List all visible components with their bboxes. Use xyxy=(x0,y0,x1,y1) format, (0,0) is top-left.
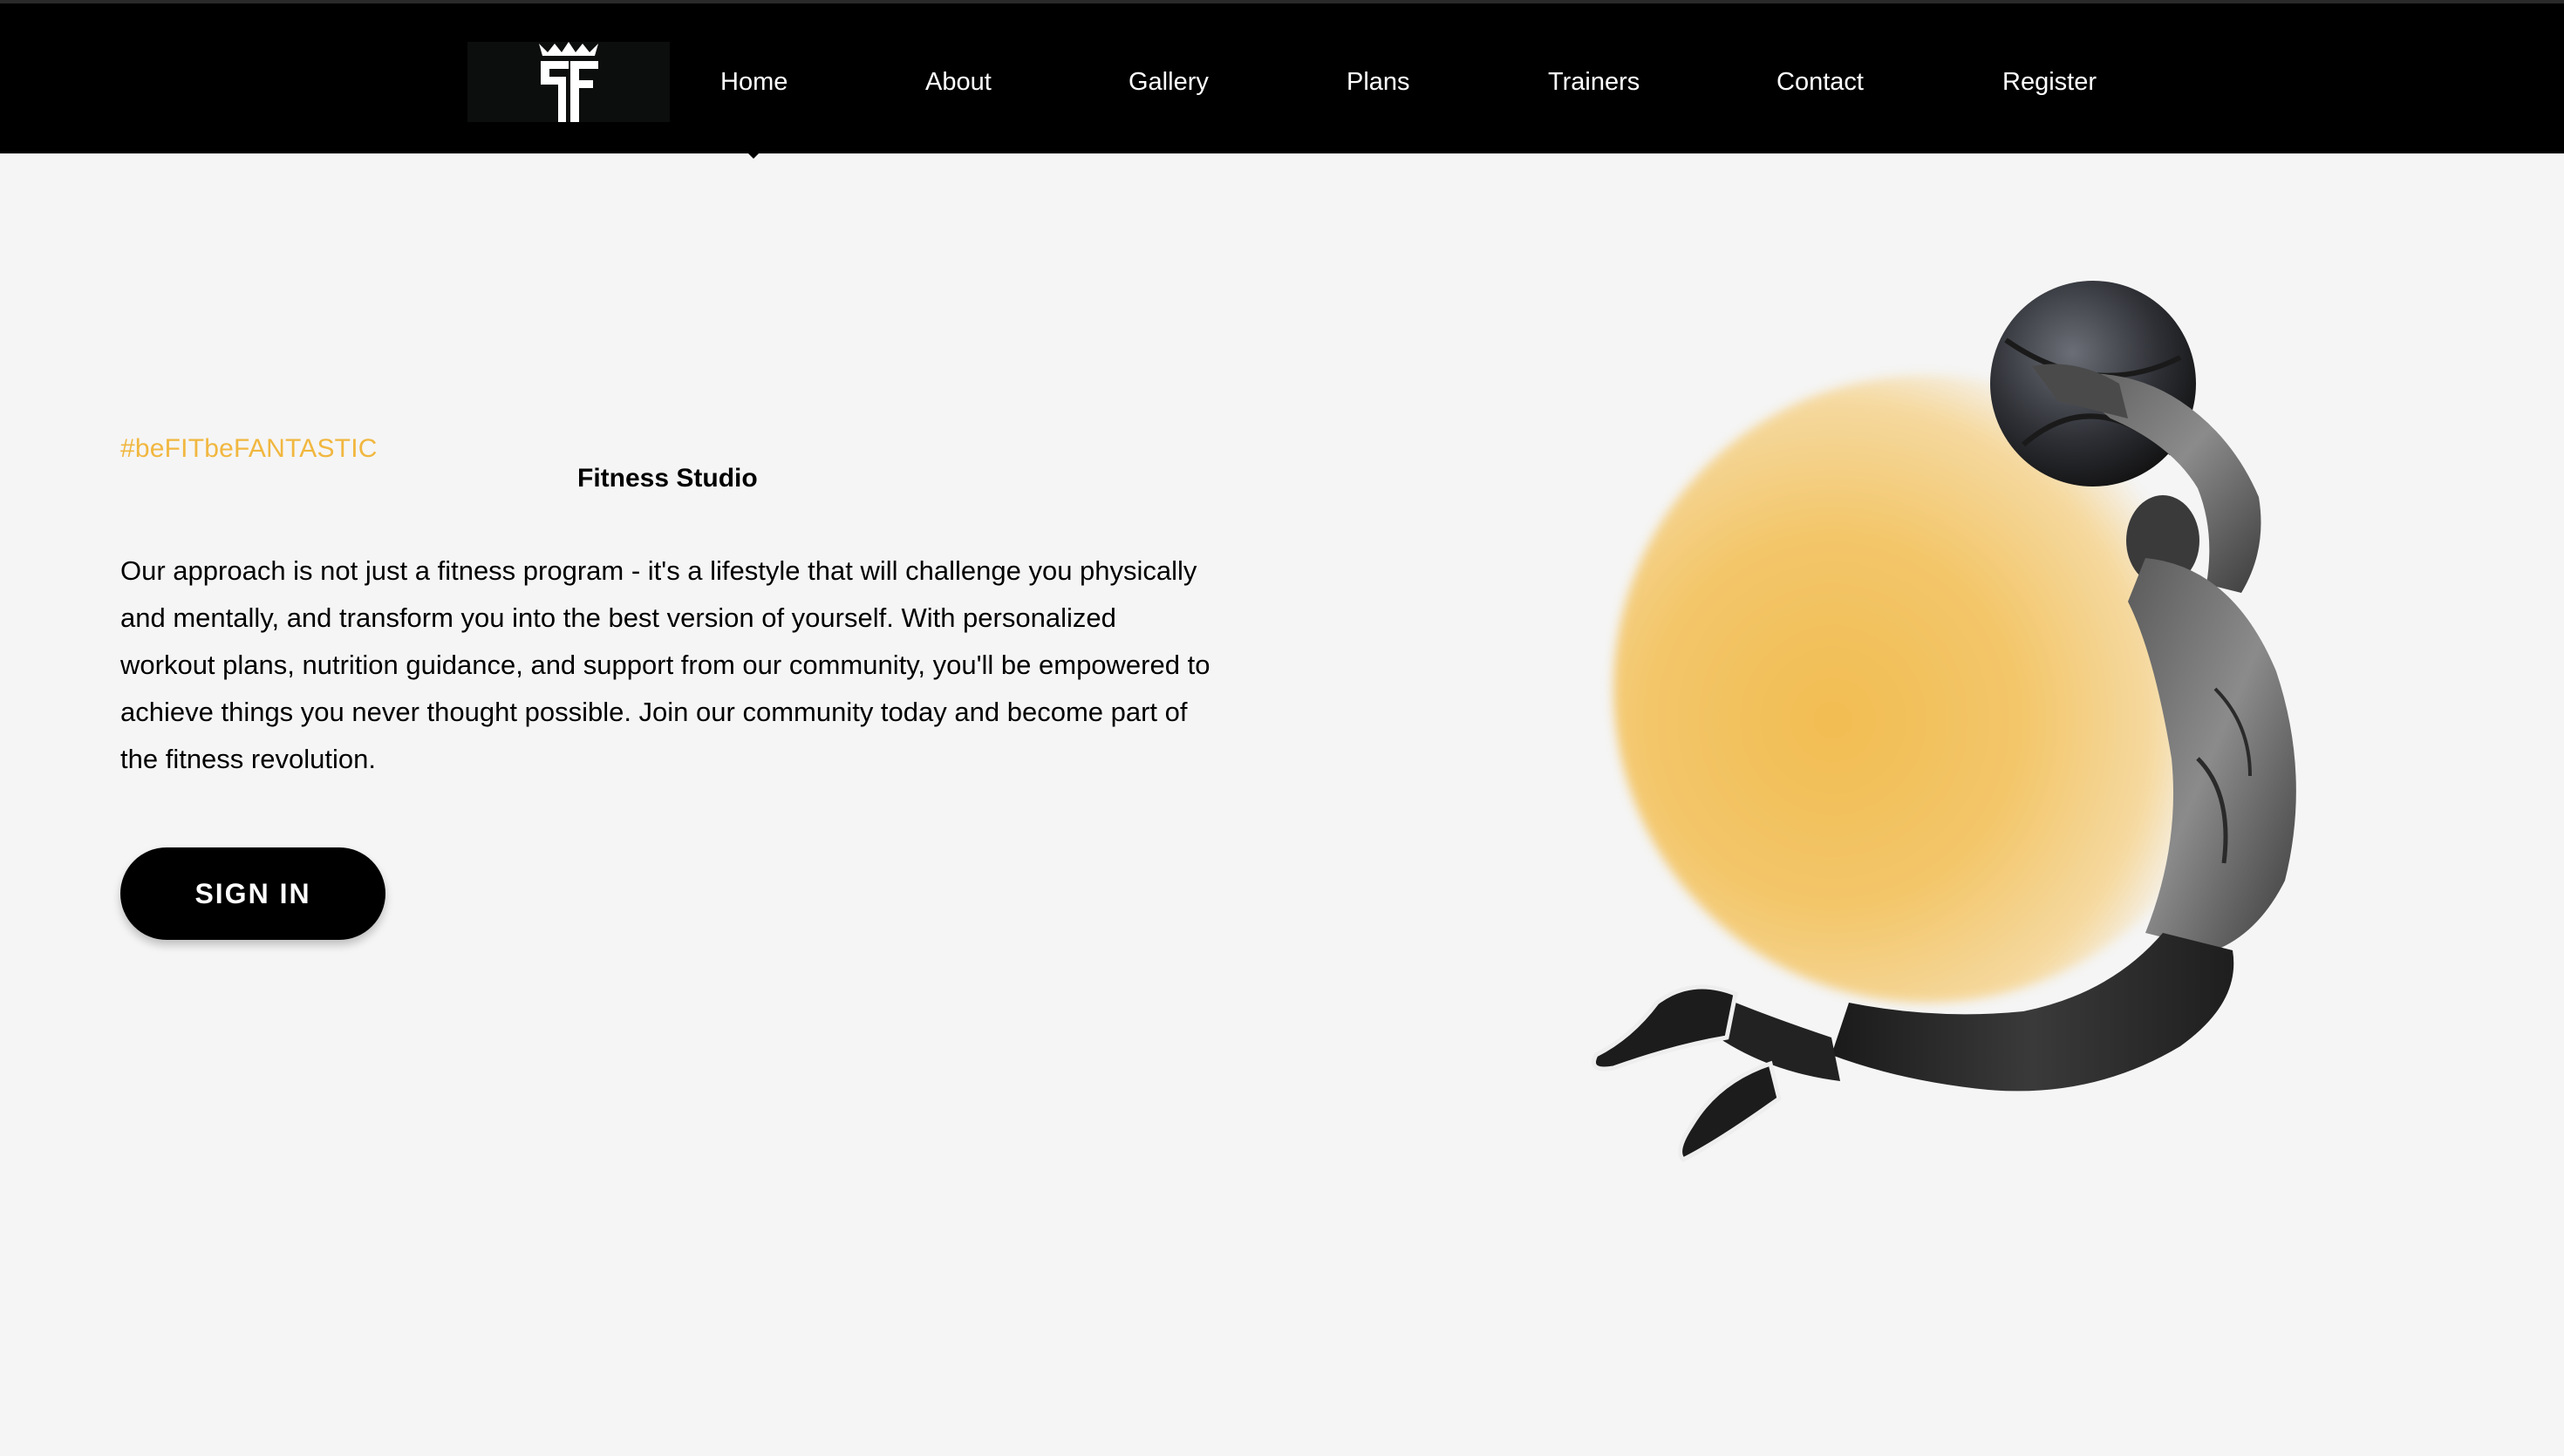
crown-ff-logo-icon xyxy=(539,42,598,122)
nav-item-contact[interactable]: Contact xyxy=(1776,63,1864,101)
hero-athlete-image xyxy=(1592,281,2296,1163)
top-navigation-bar: Home About Gallery Plans Trainers Contac… xyxy=(0,0,2564,153)
nav-item-about[interactable]: About xyxy=(925,63,992,101)
brand-logo[interactable] xyxy=(467,42,670,122)
nav-item-home[interactable]: Home xyxy=(720,63,788,101)
nav-item-plans[interactable]: Plans xyxy=(1347,63,1410,101)
hero-tagline: #beFITbeFANTASTIC xyxy=(120,434,378,463)
sign-in-button[interactable]: SIGN IN xyxy=(120,847,385,940)
caret-down-icon xyxy=(745,150,762,159)
page: Home About Gallery Plans Trainers Contac… xyxy=(0,0,2564,1456)
nav-item-trainers[interactable]: Trainers xyxy=(1548,63,1640,101)
nav-item-register[interactable]: Register xyxy=(2002,63,2097,101)
hero-description: Our approach is not just a fitness progr… xyxy=(120,555,1210,774)
hero-subtitle: Fitness Studio xyxy=(577,464,758,493)
nav-item-gallery[interactable]: Gallery xyxy=(1129,63,1209,101)
